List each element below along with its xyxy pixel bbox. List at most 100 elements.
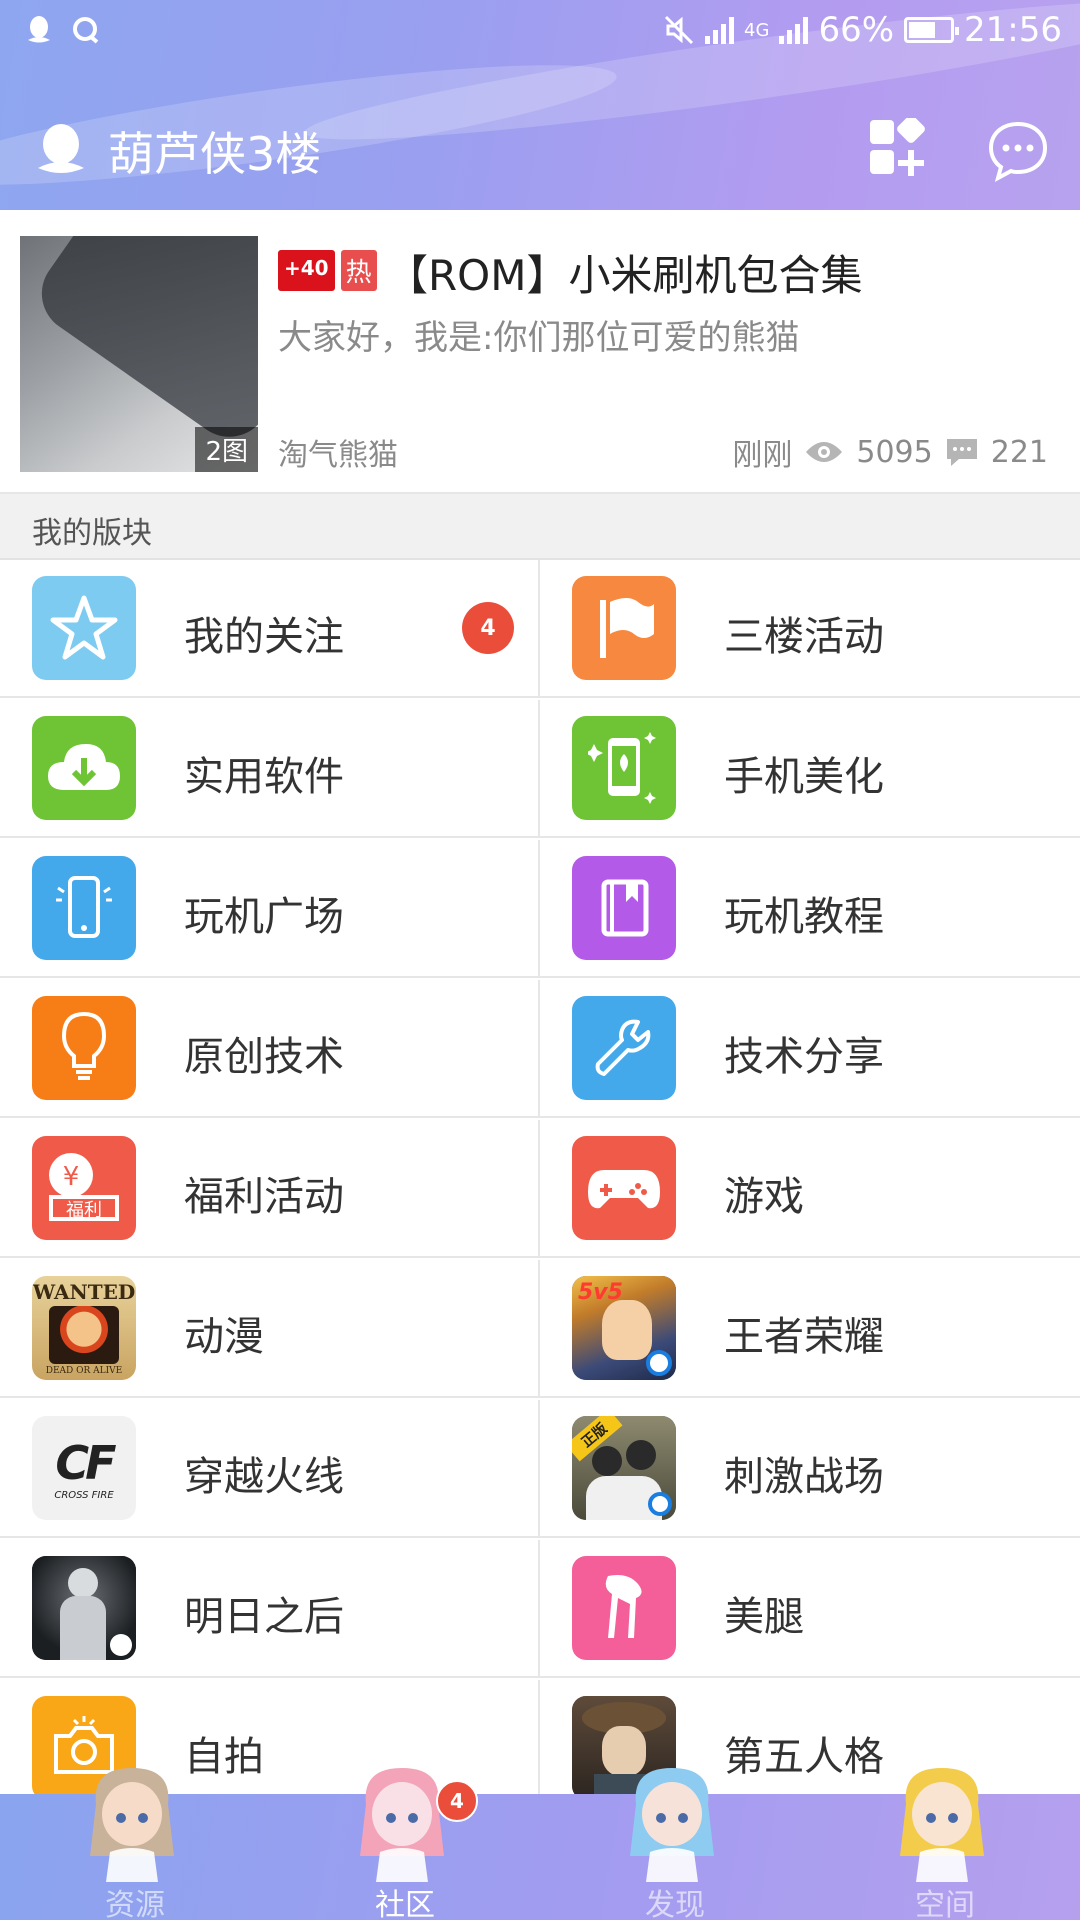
- block-label: 美腿: [724, 1594, 804, 1640]
- block-label: 刺激战场: [724, 1454, 884, 1500]
- nav-tab[interactable]: 发现: [540, 1768, 810, 1920]
- block-item[interactable]: 5v5 王者荣耀: [540, 1260, 1080, 1398]
- bulb-icon: [32, 996, 136, 1100]
- clock: 21:56: [964, 10, 1062, 50]
- post-title[interactable]: 【ROM】小米刷机包合集: [386, 242, 862, 303]
- signal-icon-2: [779, 16, 809, 44]
- status-bar: 4G 66% 21:56: [0, 0, 1080, 60]
- legs-icon: [572, 1556, 676, 1660]
- mute-icon: [664, 15, 694, 45]
- block-label: 玩机广场: [184, 894, 344, 940]
- svg-text:福利: 福利: [66, 1200, 102, 1221]
- flag-icon: [572, 576, 676, 680]
- pink-hair-avatar-icon: [360, 1768, 444, 1882]
- block-label: 技术分享: [724, 1034, 884, 1080]
- post-time: 刚刚: [732, 438, 793, 473]
- app-root: 4G 66% 21:56 葫芦侠3楼 2图 +40 热 【ROM】小米刷机包合集…: [0, 0, 1080, 1920]
- nav-badge: 4: [436, 1780, 478, 1822]
- qq-penguin-icon: [28, 16, 50, 43]
- view-count: 5095: [856, 434, 933, 470]
- nav-label: 社区: [375, 1888, 435, 1920]
- blue-hair-avatar-icon: [630, 1768, 714, 1882]
- crossfire-icon: CF CROSS FIRE: [32, 1416, 136, 1520]
- block-item[interactable]: 玩机广场: [0, 840, 540, 978]
- phone-icon: [32, 856, 136, 960]
- eye-icon: [806, 442, 843, 462]
- message-icon[interactable]: [986, 118, 1050, 182]
- block-item[interactable]: 实用软件: [0, 700, 540, 838]
- block-item[interactable]: 玩机教程: [540, 840, 1080, 978]
- title-bar: 葫芦侠3楼: [0, 100, 1080, 196]
- wanted-poster-icon: WANTED DEAD OR ALIVE: [32, 1276, 136, 1380]
- block-item[interactable]: 我的关注 4: [0, 560, 540, 698]
- block-label: 原创技术: [184, 1034, 344, 1080]
- block-label: 玩机教程: [724, 894, 884, 940]
- nav-label: 空间: [915, 1888, 975, 1920]
- hot-tag: 热: [340, 250, 377, 291]
- block-label: 明日之后: [184, 1594, 344, 1640]
- block-item[interactable]: 技术分享: [540, 980, 1080, 1118]
- svg-text:¥: ¥: [63, 1162, 80, 1192]
- post-summary: 大家好，我是:你们那位可爱的熊猫: [278, 318, 800, 358]
- unread-badge: 4: [462, 602, 514, 654]
- blonde-avatar-icon: [900, 1768, 984, 1882]
- header: 4G 66% 21:56 葫芦侠3楼: [0, 0, 1080, 210]
- block-label: 第五人格: [724, 1734, 884, 1780]
- block-item[interactable]: 明日之后: [0, 1540, 540, 1678]
- block-label: 我的关注: [184, 614, 344, 660]
- featured-post[interactable]: 2图 +40 热 【ROM】小米刷机包合集 大家好，我是:你们那位可爱的熊猫 淘…: [0, 210, 1080, 494]
- bottom-navigation: 资源 4 社区 发现 空间: [0, 1768, 1080, 1920]
- block-label: 三楼活动: [724, 614, 884, 660]
- phone-image: [26, 236, 258, 453]
- post-author[interactable]: 淘气熊猫: [278, 430, 398, 474]
- comment-count: 221: [990, 434, 1048, 470]
- pubg-icon: 正版: [572, 1416, 676, 1520]
- signal-icon: [705, 16, 735, 44]
- block-item[interactable]: CF CROSS FIRE 穿越火线: [0, 1400, 540, 1538]
- section-header: 我的版块: [0, 494, 1080, 560]
- nav-tab[interactable]: 4 社区: [270, 1768, 540, 1920]
- lifeafter-icon: [32, 1556, 136, 1660]
- block-item[interactable]: 游戏: [540, 1120, 1080, 1258]
- block-label: 手机美化: [724, 754, 884, 800]
- block-item[interactable]: WANTED DEAD OR ALIVE 动漫: [0, 1260, 540, 1398]
- comment-icon: [946, 439, 977, 466]
- image-count: 2图: [195, 427, 258, 472]
- block-item[interactable]: ¥ 福利 福利活动: [0, 1120, 540, 1258]
- block-label: 游戏: [724, 1174, 804, 1220]
- block-label: 实用软件: [184, 754, 344, 800]
- add-block-icon[interactable]: [868, 118, 928, 178]
- block-label: 动漫: [184, 1314, 264, 1360]
- post-thumbnail[interactable]: 2图: [20, 236, 258, 472]
- book-icon: [572, 856, 676, 960]
- qq-penguin-icon[interactable]: [34, 122, 88, 176]
- battery-percent: 66%: [818, 10, 895, 50]
- star-icon: [32, 576, 136, 680]
- wrench-icon: [572, 996, 676, 1100]
- block-label: 福利活动: [184, 1174, 344, 1220]
- cat-girl-avatar-icon: [90, 1768, 174, 1882]
- nav-tab[interactable]: 空间: [810, 1768, 1080, 1920]
- section-title: 我的版块: [32, 516, 152, 551]
- network-type: 4G: [744, 19, 770, 41]
- cloud-download-icon: [32, 716, 136, 820]
- battery-icon: [904, 17, 960, 43]
- block-item[interactable]: 手机美化: [540, 700, 1080, 838]
- score-tag: +40: [278, 250, 335, 291]
- welfare-icon: ¥ 福利: [32, 1136, 136, 1240]
- honor-of-kings-icon: 5v5: [572, 1276, 676, 1380]
- post-meta: 刚刚 5095 221: [732, 430, 1048, 474]
- block-item[interactable]: 美腿: [540, 1540, 1080, 1678]
- block-label: 王者荣耀: [724, 1314, 884, 1360]
- gamepad-icon: [572, 1136, 676, 1240]
- block-label: 自拍: [184, 1734, 264, 1780]
- block-item[interactable]: 原创技术: [0, 980, 540, 1118]
- nav-tab[interactable]: 资源: [0, 1768, 270, 1920]
- block-item[interactable]: 正版 刺激战场: [540, 1400, 1080, 1538]
- nav-label: 发现: [645, 1888, 705, 1920]
- block-item[interactable]: 三楼活动: [540, 560, 1080, 698]
- qzone-icon: [73, 17, 99, 44]
- phone-flower-icon: [572, 716, 676, 820]
- nav-label: 资源: [105, 1888, 165, 1920]
- page-title: 葫芦侠3楼: [108, 127, 322, 181]
